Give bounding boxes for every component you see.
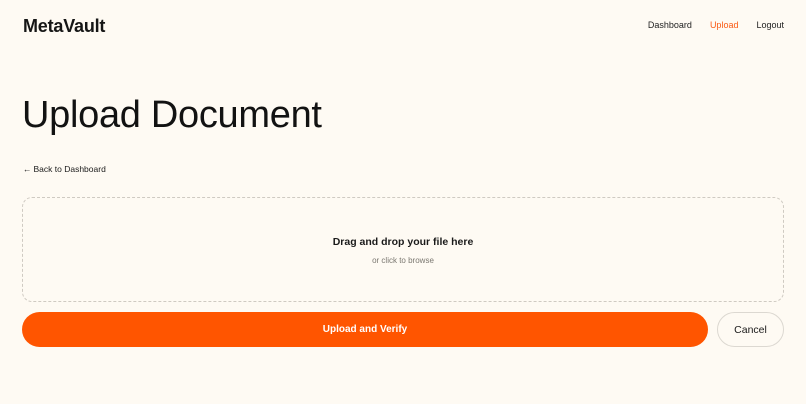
brand-logo[interactable]: MetaVault — [23, 16, 105, 37]
back-to-dashboard-link[interactable]: ← Back to Dashboard — [23, 164, 106, 174]
dropzone-title: Drag and drop your file here — [332, 236, 474, 248]
cancel-button[interactable]: Cancel — [717, 312, 784, 347]
arrow-left-icon: ← — [23, 164, 32, 174]
nav-link-logout[interactable]: Logout — [756, 20, 784, 30]
file-dropzone[interactable]: Drag and drop your file here or click to… — [22, 197, 784, 302]
upload-page: MetaVault Dashboard Upload Logout Upload… — [0, 0, 806, 404]
main-nav: Dashboard Upload Logout — [648, 20, 784, 30]
upload-and-verify-button[interactable]: Upload and Verify — [22, 312, 708, 347]
top-header: MetaVault Dashboard Upload Logout — [0, 0, 806, 54]
nav-link-dashboard[interactable]: Dashboard — [648, 20, 692, 30]
nav-link-upload[interactable]: Upload — [710, 20, 739, 30]
dropzone-subtitle: or click to browse — [372, 256, 434, 265]
back-link-label: Back to Dashboard — [33, 164, 106, 174]
page-title: Upload Document — [22, 94, 322, 136]
